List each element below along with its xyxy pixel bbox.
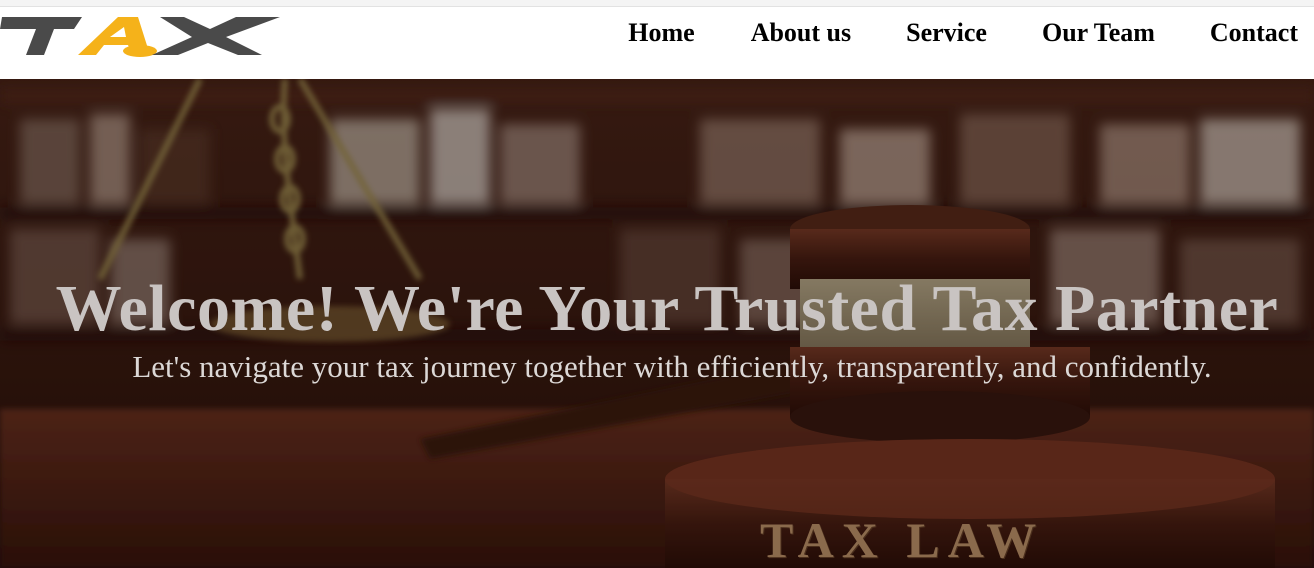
nav-contact[interactable]: Contact [1210, 17, 1298, 49]
main-nav: Home About us Service Our Team Contact [628, 17, 1314, 49]
nav-our-team[interactable]: Our Team [1042, 17, 1155, 49]
nav-service[interactable]: Service [906, 17, 987, 49]
hero-subtitle: Let's navigate your tax journey together… [132, 349, 1212, 384]
nav-home[interactable]: Home [628, 17, 694, 49]
tax-logo-icon [0, 17, 280, 57]
tax-law-engraving: TAX LAW [760, 512, 1045, 568]
navbar: Home About us Service Our Team Contact [0, 7, 1314, 79]
hero-section: TAX LAW Welcome! We're Your Trusted Tax … [0, 79, 1314, 568]
hero-title: Welcome! We're Your Trusted Tax Partner [55, 272, 1279, 345]
nav-about-us[interactable]: About us [751, 17, 851, 49]
logo[interactable] [0, 15, 282, 57]
top-border [0, 0, 1314, 7]
